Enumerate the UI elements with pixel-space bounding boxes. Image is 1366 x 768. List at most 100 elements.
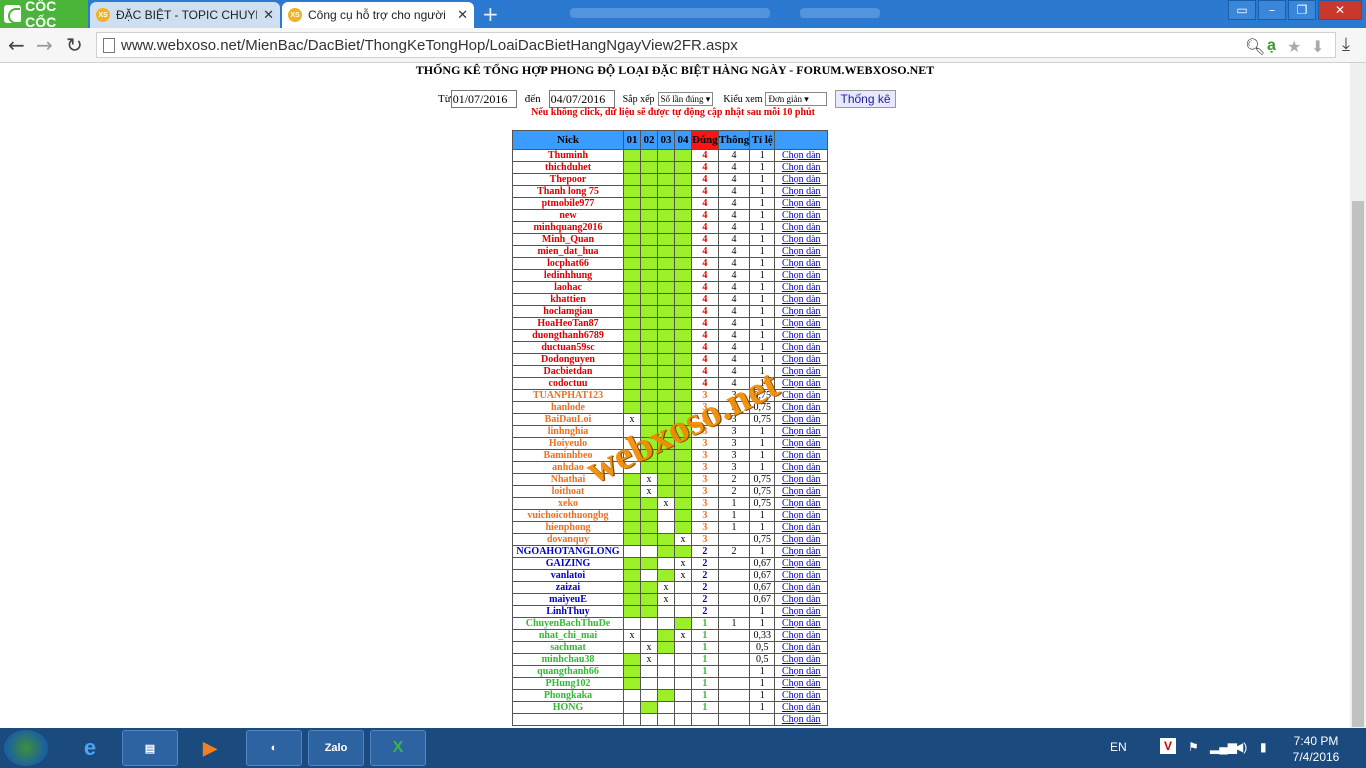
- ie-icon[interactable]: e: [62, 730, 118, 766]
- zoom-search-icon[interactable]: 🔍︎: [1245, 37, 1265, 57]
- day-cell: [640, 401, 658, 414]
- download-icon[interactable]: ⬇: [1311, 37, 1324, 57]
- back-icon[interactable]: ←: [8, 34, 25, 56]
- download-manager-icon[interactable]: ⤓: [1342, 34, 1350, 56]
- close-tab-icon[interactable]: ✕: [457, 7, 468, 23]
- day-cell: [674, 605, 692, 618]
- streak-cell: 4: [717, 377, 751, 390]
- choose-set-link[interactable]: Chọn dàn: [774, 245, 829, 258]
- view-select[interactable]: Đơn giản ▾: [765, 92, 828, 106]
- media-icon[interactable]: ▶: [182, 730, 238, 766]
- choose-set-link[interactable]: Chọn dàn: [774, 605, 829, 618]
- choose-set-link[interactable]: Chọn dàn: [774, 521, 829, 534]
- choose-set-link[interactable]: Chọn dàn: [774, 401, 829, 414]
- choose-set-link[interactable]: Chọn dàn: [774, 317, 829, 330]
- day-cell: x: [674, 557, 692, 570]
- choose-set-link[interactable]: Chọn dàn: [774, 701, 829, 714]
- scrollbar[interactable]: [1350, 63, 1366, 728]
- start-button[interactable]: [4, 730, 48, 766]
- choose-set-link[interactable]: Chọn dàn: [774, 197, 829, 210]
- choose-set-link[interactable]: Chọn dàn: [774, 353, 829, 366]
- day-cell: [674, 581, 692, 594]
- reload-icon[interactable]: ↻: [66, 34, 83, 56]
- minimize-icon[interactable]: –: [1258, 0, 1286, 20]
- choose-set-link[interactable]: Chọn dàn: [774, 509, 829, 522]
- choose-set-link[interactable]: Chọn dàn: [774, 329, 829, 342]
- choose-set-link[interactable]: Chọn dàn: [774, 389, 829, 402]
- from-label: Từ: [438, 93, 451, 105]
- choose-set-link[interactable]: Chọn dàn: [774, 545, 829, 558]
- choose-set-link[interactable]: Chọn dàn: [774, 293, 829, 306]
- vietnamese-input-icon[interactable]: ạ: [1267, 37, 1276, 55]
- streak-cell: 3: [717, 401, 751, 414]
- close-window-icon[interactable]: ✕: [1318, 0, 1362, 20]
- choose-set-link[interactable]: Chọn dàn: [774, 365, 829, 378]
- day-cell: [623, 641, 641, 654]
- zalo-icon[interactable]: Zalo: [308, 730, 364, 766]
- flag-icon[interactable]: ⚑: [1188, 740, 1199, 754]
- choose-set-link[interactable]: Chọn dàn: [774, 425, 829, 438]
- table-row: zaizai x 2 0,67 Chọn dàn: [512, 581, 829, 594]
- choose-set-link[interactable]: Chọn dàn: [774, 617, 829, 630]
- choose-set-link[interactable]: Chọn dàn: [774, 713, 829, 726]
- tab-cong-cu[interactable]: XS Công cụ hỗ trợ cho người ✕: [282, 2, 474, 28]
- choose-set-link[interactable]: Chọn dàn: [774, 557, 829, 570]
- choose-set-link[interactable]: Chọn dàn: [774, 377, 829, 390]
- day-cell: x: [640, 641, 658, 654]
- language-indicator[interactable]: EN: [1110, 740, 1127, 754]
- choose-set-link[interactable]: Chọn dàn: [774, 689, 829, 702]
- excel-icon[interactable]: X: [370, 730, 426, 766]
- choose-set-link[interactable]: Chọn dàn: [774, 473, 829, 486]
- sort-select[interactable]: Số lần đúng ▾: [657, 92, 714, 106]
- battery-icon[interactable]: ▮: [1260, 740, 1267, 754]
- choose-set-link[interactable]: Chọn dàn: [774, 677, 829, 690]
- tab-dac-biet[interactable]: XS ĐẶC BIỆT - TOPIC CHUYÊN ✕: [90, 2, 280, 28]
- account-icon[interactable]: ▭: [1228, 0, 1256, 20]
- choose-set-link[interactable]: Chọn dàn: [774, 485, 829, 498]
- to-date-input[interactable]: [548, 90, 615, 108]
- choose-set-link[interactable]: Chọn dàn: [774, 665, 829, 678]
- choose-set-link[interactable]: Chọn dàn: [774, 185, 829, 198]
- url-field[interactable]: www.webxoso.net/MienBac/DacBiet/ThongKeT…: [96, 32, 1336, 58]
- choose-set-link[interactable]: Chọn dàn: [774, 341, 829, 354]
- signal-icon[interactable]: ▂▄▆: [1210, 740, 1237, 754]
- choose-set-link[interactable]: Chọn dàn: [774, 653, 829, 666]
- choose-set-link[interactable]: Chọn dàn: [774, 533, 829, 546]
- new-tab-icon[interactable]: +: [482, 4, 499, 24]
- choose-set-link[interactable]: Chọn dàn: [774, 173, 829, 186]
- browser-brand[interactable]: CỐC CỐC: [0, 0, 88, 30]
- choose-set-link[interactable]: Chọn dàn: [774, 497, 829, 510]
- choose-set-link[interactable]: Chọn dàn: [774, 233, 829, 246]
- forward-icon[interactable]: →: [36, 34, 53, 56]
- maximize-icon[interactable]: ❐: [1288, 0, 1316, 20]
- volume-icon[interactable]: ◀): [1234, 740, 1247, 754]
- bookmark-star-icon[interactable]: ★: [1287, 37, 1301, 57]
- choose-set-link[interactable]: Chọn dàn: [774, 257, 829, 270]
- choose-set-link[interactable]: Chọn dàn: [774, 593, 829, 606]
- choose-set-link[interactable]: Chọn dàn: [774, 281, 829, 294]
- choose-set-link[interactable]: Chọn dàn: [774, 269, 829, 282]
- scrollbar-thumb[interactable]: [1352, 201, 1364, 727]
- vivaldi-icon[interactable]: V: [1160, 738, 1176, 754]
- choose-set-link[interactable]: Chọn dàn: [774, 581, 829, 594]
- choose-set-link[interactable]: Chọn dàn: [774, 641, 829, 654]
- choose-set-link[interactable]: Chọn dàn: [774, 209, 829, 222]
- day-cell: [657, 209, 675, 222]
- choose-set-link[interactable]: Chọn dàn: [774, 221, 829, 234]
- choose-set-link[interactable]: Chọn dàn: [774, 305, 829, 318]
- clock[interactable]: 7:40 PM 7/4/2016: [1280, 733, 1352, 765]
- choose-set-link[interactable]: Chọn dàn: [774, 629, 829, 642]
- choose-set-link[interactable]: Chọn dàn: [774, 449, 829, 462]
- submit-button[interactable]: Thống kê: [835, 90, 896, 108]
- close-tab-icon[interactable]: ✕: [263, 7, 274, 23]
- choose-set-link[interactable]: Chọn dàn: [774, 569, 829, 582]
- choose-set-link[interactable]: Chọn dàn: [774, 161, 829, 174]
- choose-set-link[interactable]: Chọn dàn: [774, 413, 829, 426]
- coccoc-icon[interactable]: ◐: [246, 730, 302, 766]
- choose-set-link[interactable]: Chọn dàn: [774, 149, 829, 162]
- choose-set-link[interactable]: Chọn dàn: [774, 437, 829, 450]
- explorer-icon[interactable]: ▤: [122, 730, 178, 766]
- choose-set-link[interactable]: Chọn dàn: [774, 461, 829, 474]
- from-date-input[interactable]: [450, 90, 517, 108]
- correct-count-cell: 3: [691, 521, 719, 534]
